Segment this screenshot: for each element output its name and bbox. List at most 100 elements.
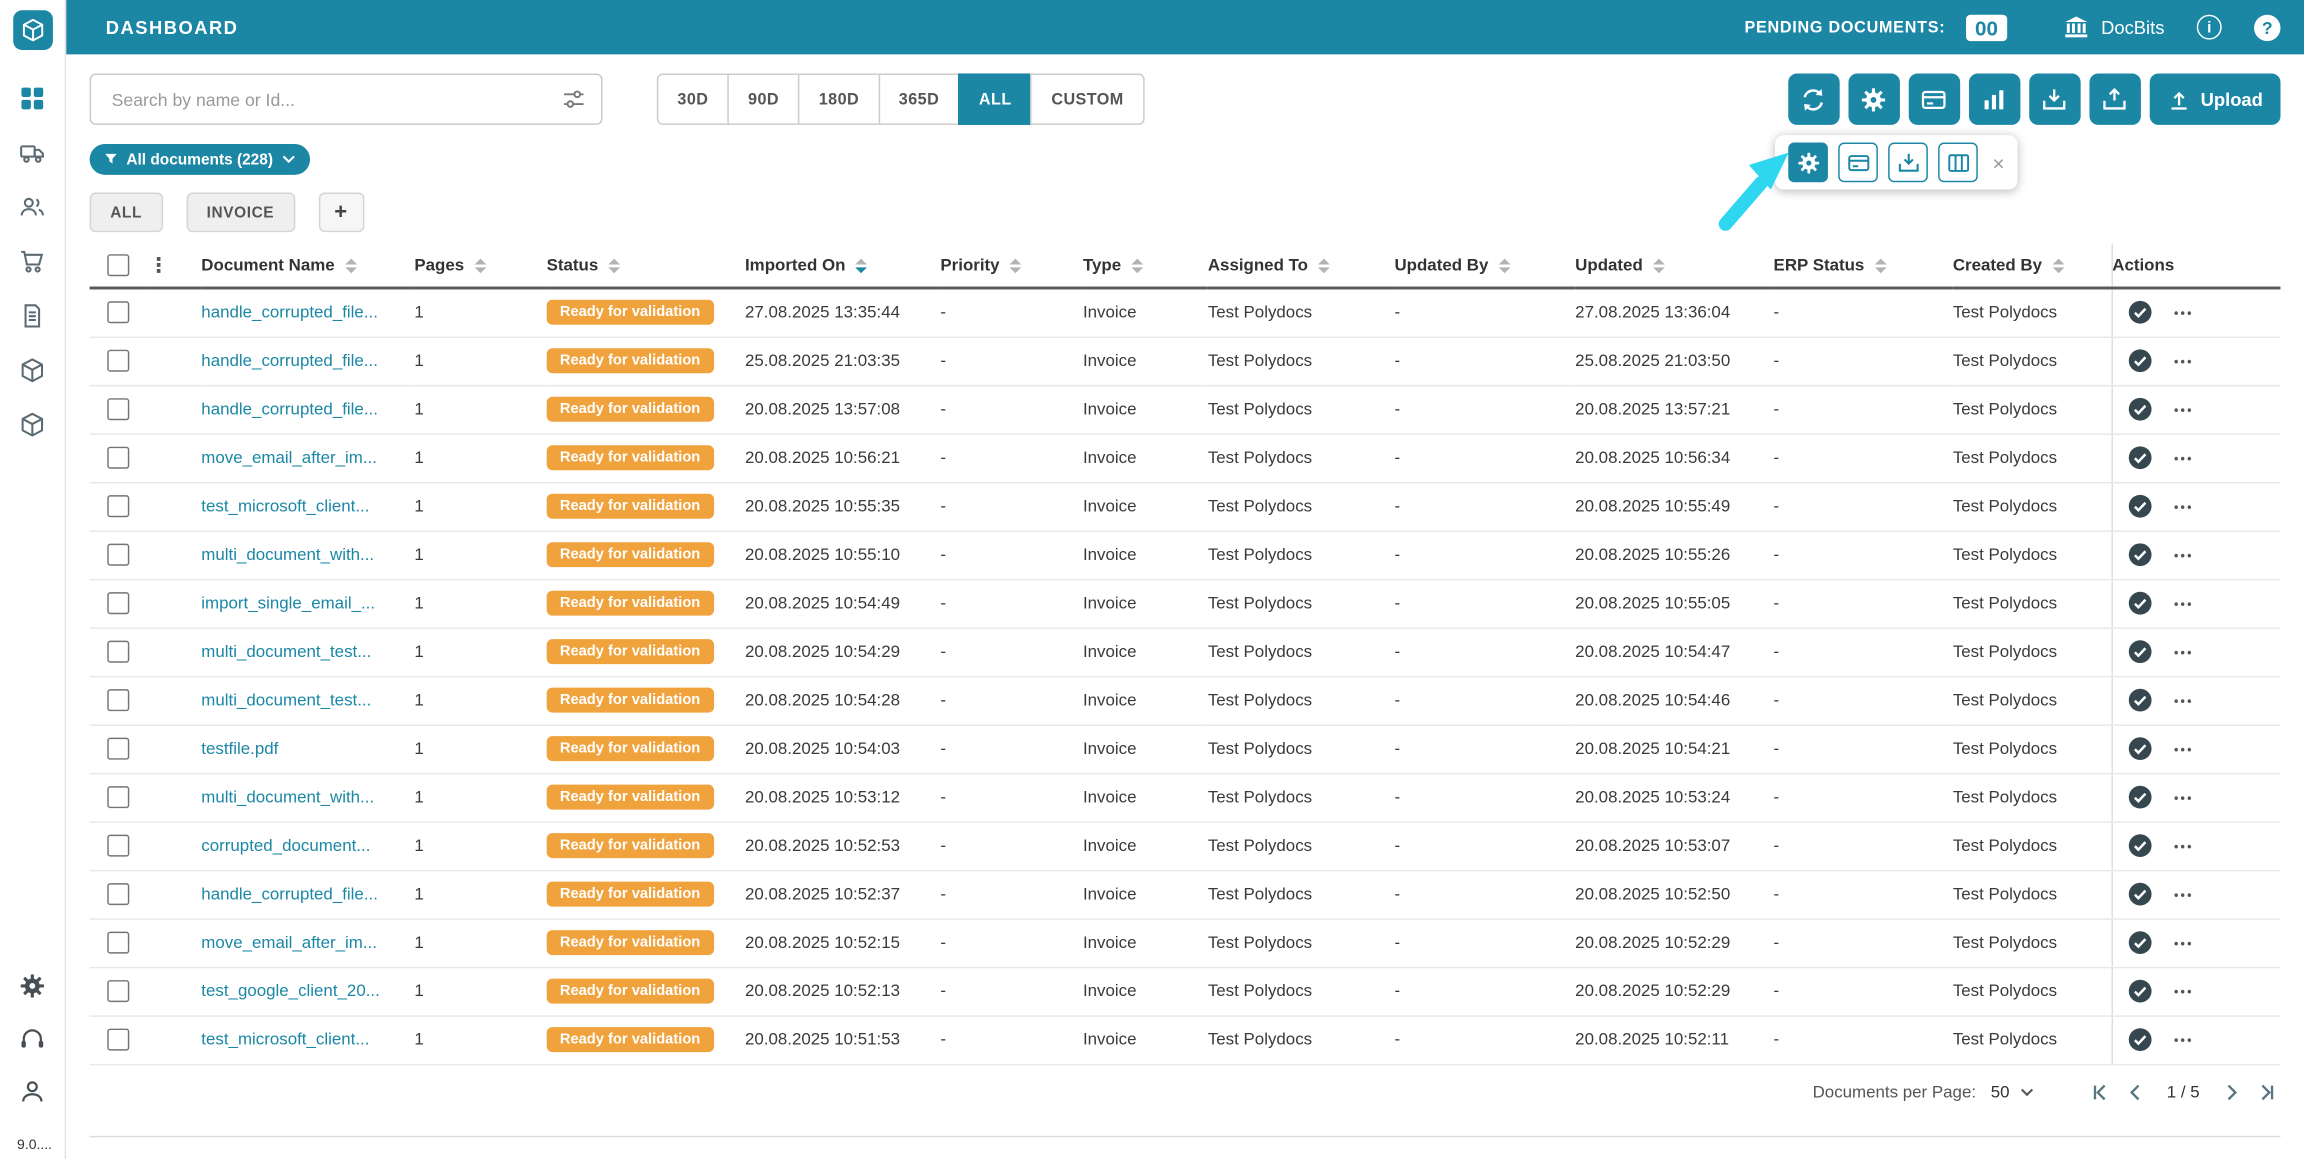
document-name-link[interactable]: multi_document_test...	[201, 643, 371, 661]
document-name-link[interactable]: multi_document_test...	[201, 691, 371, 709]
row-menu-button[interactable]: •••	[2174, 984, 2194, 999]
sync-button[interactable]	[1788, 73, 1839, 124]
col-header-priority[interactable]: Priority	[940, 244, 1083, 288]
popup-settings-button[interactable]	[1788, 143, 1828, 183]
row-checkbox[interactable]	[107, 302, 129, 324]
row-checkbox[interactable]	[107, 350, 129, 372]
next-page-button[interactable]	[2220, 1081, 2242, 1103]
sort-arrows-priority[interactable]	[1010, 258, 1022, 273]
row-menu-button[interactable]: •••	[2174, 644, 2194, 659]
popup-card-view-button[interactable]	[1838, 143, 1878, 183]
sort-arrows-document-name[interactable]	[345, 258, 357, 273]
table-options-button[interactable]: ⋮	[148, 253, 169, 277]
sort-arrows-status[interactable]	[609, 258, 621, 273]
document-name-link[interactable]: testfile.pdf	[201, 740, 278, 758]
row-menu-button[interactable]: •••	[2174, 790, 2194, 805]
validate-button[interactable]	[2127, 494, 2152, 519]
sidebar-item-profile[interactable]	[19, 1079, 45, 1105]
document-name-link[interactable]: import_single_email_...	[201, 594, 375, 612]
import-button[interactable]	[2029, 73, 2080, 124]
sort-arrows-imported-on[interactable]	[856, 258, 868, 273]
row-checkbox[interactable]	[107, 932, 129, 954]
app-logo[interactable]	[12, 10, 52, 50]
organization-button[interactable]: DocBits	[2063, 14, 2165, 40]
popup-export-button[interactable]	[1888, 143, 1928, 183]
card-view-button[interactable]	[1908, 73, 1959, 124]
col-header-assigned-to[interactable]: Assigned To	[1208, 244, 1395, 288]
row-menu-button[interactable]: •••	[2174, 305, 2194, 320]
popup-close-button[interactable]: ×	[1992, 152, 2004, 173]
col-header-created-by[interactable]: Created By	[1953, 244, 2112, 288]
validate-button[interactable]	[2127, 979, 2152, 1004]
range-button-custom[interactable]: CUSTOM	[1031, 73, 1145, 124]
select-all-checkbox[interactable]	[107, 254, 129, 276]
document-name-link[interactable]: corrupted_document...	[201, 837, 370, 855]
documents-filter-chip[interactable]: All documents (228)	[90, 144, 310, 175]
popup-columns-button[interactable]	[1938, 143, 1978, 183]
sort-arrows-created-by[interactable]	[2052, 258, 2064, 273]
sidebar-item-shipping[interactable]	[19, 140, 45, 166]
sort-arrows-erp-status[interactable]	[1875, 258, 1887, 273]
row-checkbox[interactable]	[107, 447, 129, 469]
row-menu-button[interactable]: •••	[2174, 499, 2194, 514]
document-name-link[interactable]: handle_corrupted_file...	[201, 400, 378, 418]
document-name-link[interactable]: handle_corrupted_file...	[201, 352, 378, 370]
validate-button[interactable]	[2127, 688, 2152, 713]
sort-arrows-type[interactable]	[1131, 258, 1143, 273]
sort-arrows-assigned-to[interactable]	[1318, 258, 1330, 273]
document-name-link[interactable]: multi_document_with...	[201, 546, 374, 564]
document-name-link[interactable]: multi_document_with...	[201, 788, 374, 806]
upload-button[interactable]: Upload	[2149, 73, 2280, 124]
search-input[interactable]	[109, 87, 562, 111]
document-name-link[interactable]: test_microsoft_client...	[201, 1031, 369, 1049]
row-checkbox[interactable]	[107, 1029, 129, 1051]
row-menu-button[interactable]: •••	[2174, 402, 2194, 417]
validate-button[interactable]	[2127, 833, 2152, 858]
sort-arrows-updated[interactable]	[1653, 258, 1665, 273]
row-checkbox[interactable]	[107, 641, 129, 663]
row-menu-button[interactable]: •••	[2174, 1032, 2194, 1047]
validate-button[interactable]	[2127, 1027, 2152, 1052]
col-header-updated[interactable]: Updated	[1575, 244, 1773, 288]
row-menu-button[interactable]: •••	[2174, 450, 2194, 465]
sort-arrows-pages[interactable]	[474, 258, 486, 273]
document-name-link[interactable]: test_google_client_20...	[201, 982, 380, 1000]
validate-button[interactable]	[2127, 785, 2152, 810]
first-page-button[interactable]	[2089, 1081, 2111, 1103]
tune-filter-icon[interactable]	[561, 87, 586, 112]
validate-button[interactable]	[2127, 397, 2152, 422]
help-button[interactable]: ?	[2254, 14, 2280, 40]
settings-button[interactable]	[1848, 73, 1899, 124]
validate-button[interactable]	[2127, 300, 2152, 325]
sidebar-item-users[interactable]	[19, 194, 45, 220]
col-header-pages[interactable]: Pages	[414, 244, 546, 288]
validate-button[interactable]	[2127, 591, 2152, 616]
col-header-status[interactable]: Status	[547, 244, 745, 288]
analytics-button[interactable]	[1968, 73, 2019, 124]
row-checkbox[interactable]	[107, 689, 129, 711]
sidebar-item-dashboard[interactable]	[19, 85, 45, 111]
validate-button[interactable]	[2127, 542, 2152, 567]
prev-page-button[interactable]	[2124, 1081, 2146, 1103]
row-menu-button[interactable]: •••	[2174, 693, 2194, 708]
row-menu-button[interactable]: •••	[2174, 353, 2194, 368]
row-checkbox[interactable]	[107, 738, 129, 760]
row-checkbox[interactable]	[107, 786, 129, 808]
range-button-30d[interactable]: 30D	[657, 73, 729, 124]
col-header-type[interactable]: Type	[1083, 244, 1208, 288]
sort-arrows-updated-by[interactable]	[1499, 258, 1511, 273]
validate-button[interactable]	[2127, 930, 2152, 955]
export-button[interactable]	[2089, 73, 2140, 124]
validate-button[interactable]	[2127, 736, 2152, 761]
validate-button[interactable]	[2127, 348, 2152, 373]
col-header-imported-on[interactable]: Imported On	[745, 244, 940, 288]
col-header-erp-status[interactable]: ERP Status	[1774, 244, 1953, 288]
row-checkbox[interactable]	[107, 398, 129, 420]
document-name-link[interactable]: handle_corrupted_file...	[201, 304, 378, 322]
document-name-link[interactable]: handle_corrupted_file...	[201, 885, 378, 903]
range-button-365d[interactable]: 365D	[878, 73, 960, 124]
sidebar-item-packages-1[interactable]	[19, 357, 45, 383]
tab-all[interactable]: ALL	[90, 192, 163, 232]
document-name-link[interactable]: move_email_after_im...	[201, 934, 377, 952]
validate-button[interactable]	[2127, 882, 2152, 907]
